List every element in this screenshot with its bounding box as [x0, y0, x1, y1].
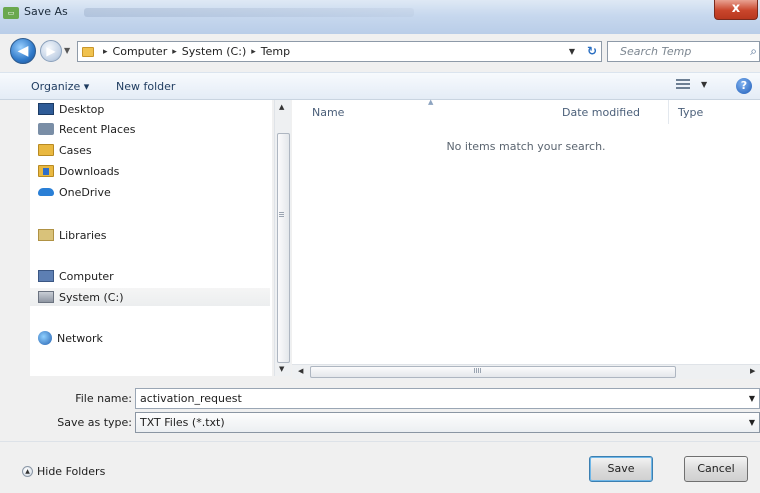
nav-item-label: Cases	[59, 143, 92, 157]
breadcrumb-separator[interactable]: ▸	[172, 47, 177, 57]
scroll-right-icon[interactable]: ▶	[750, 367, 755, 375]
nav-item-label: OneDrive	[59, 185, 111, 199]
scrollbar-thumb[interactable]	[277, 133, 290, 363]
empty-list-message: No items match your search.	[446, 140, 606, 153]
scrollbar-grip	[279, 212, 284, 218]
breadcrumb-temp[interactable]: Temp	[261, 45, 290, 58]
title-bar: ▭ Save As x	[0, 0, 760, 34]
breadcrumb-separator[interactable]: ▸	[103, 47, 108, 57]
search-icon[interactable]: ⌕	[750, 44, 757, 59]
nav-item-desktop[interactable]: Desktop	[38, 100, 104, 118]
command-bar: Organize ▾ New folder ▼ ?	[0, 72, 760, 100]
search-box[interactable]: Search Temp ⌕	[607, 41, 760, 62]
nav-pane-scrollbar[interactable]: ▲ ▼	[274, 100, 291, 376]
desktop-icon	[38, 103, 54, 115]
nav-item-label: Computer	[59, 269, 114, 283]
scroll-left-icon[interactable]: ◀	[298, 367, 303, 375]
nav-item-downloads[interactable]: Downloads	[38, 162, 119, 180]
save-as-type-label: Save as type:	[57, 416, 132, 429]
breadcrumb-system-c[interactable]: System (C:)	[182, 45, 247, 58]
column-header-date-modified[interactable]: Date modified	[562, 106, 640, 119]
scrollbar-grip	[474, 368, 482, 373]
nav-item-libraries[interactable]: Libraries	[38, 226, 107, 244]
forward-arrow-icon: ▶	[46, 44, 56, 58]
nav-item-onedrive[interactable]: OneDrive	[38, 183, 111, 201]
address-dropdown-icon[interactable]: ▼	[569, 47, 575, 56]
file-name-field[interactable]: activation_request ▼	[135, 388, 760, 409]
address-bar[interactable]: ▸ Computer ▸ System (C:) ▸ Temp ▼ ↻	[77, 41, 602, 62]
save-as-dialog: ▭ Save As x ◀ ▶ ▼ ▸ Computer ▸ System (C…	[0, 0, 760, 493]
hide-folders-toggle[interactable]: ▲ Hide Folders	[22, 465, 105, 478]
refresh-icon[interactable]: ↻	[587, 44, 597, 58]
app-icon: ▭	[3, 7, 19, 19]
nav-item-system-c[interactable]: System (C:)	[30, 288, 270, 306]
scrollbar-thumb[interactable]	[310, 366, 676, 378]
drive-icon	[38, 291, 54, 303]
save-as-type-value[interactable]: TXT Files (*.txt)	[140, 416, 225, 429]
save-button[interactable]: Save	[589, 456, 653, 482]
view-dropdown-icon[interactable]: ▼	[701, 80, 707, 89]
nav-item-label: System (C:)	[59, 290, 124, 304]
back-button[interactable]: ◀	[10, 38, 36, 64]
recent-places-icon	[38, 123, 54, 135]
column-header-type[interactable]: Type	[678, 106, 703, 119]
close-button[interactable]: x	[714, 0, 758, 20]
window-title: Save As	[24, 5, 68, 18]
folder-icon	[82, 46, 94, 57]
nav-item-computer[interactable]: Computer	[38, 267, 114, 285]
file-list-pane[interactable]: ▲ Name Date modified Type No items match…	[292, 98, 760, 364]
organize-button[interactable]: Organize ▾	[31, 80, 89, 93]
chevron-down-icon[interactable]: ▼	[749, 389, 755, 408]
cancel-button[interactable]: Cancel	[684, 456, 748, 482]
forward-button[interactable]: ▶	[40, 40, 62, 62]
new-folder-button[interactable]: New folder	[116, 80, 175, 93]
scroll-down-icon[interactable]: ▼	[279, 365, 284, 373]
back-arrow-icon: ◀	[17, 43, 29, 59]
column-header-name[interactable]: Name	[312, 106, 344, 119]
file-list-horizontal-scrollbar[interactable]: ◀ ▶	[292, 364, 760, 379]
nav-item-label: Downloads	[59, 164, 120, 178]
folder-icon	[38, 144, 54, 156]
sort-indicator-icon: ▲	[428, 98, 434, 106]
network-icon	[38, 331, 52, 345]
save-as-type-select[interactable]: TXT Files (*.txt) ▼	[135, 412, 760, 433]
file-name-value[interactable]: activation_request	[140, 392, 242, 405]
hide-folders-label[interactable]: Hide Folders	[37, 465, 105, 478]
breadcrumb-computer[interactable]: Computer	[113, 45, 168, 58]
chevron-down-icon[interactable]: ▼	[749, 413, 755, 432]
collapse-icon[interactable]: ▲	[22, 466, 33, 477]
computer-icon	[38, 270, 54, 282]
navigation-pane: Desktop Recent Places Cases Downloads On…	[30, 100, 272, 376]
nav-item-cases[interactable]: Cases	[38, 141, 92, 159]
scroll-up-icon[interactable]: ▲	[279, 103, 284, 111]
title-blurred-background	[84, 8, 414, 17]
view-options-icon[interactable]	[676, 79, 690, 91]
nav-item-label: Desktop	[59, 102, 105, 116]
nav-item-recent-places[interactable]: Recent Places	[38, 120, 136, 138]
nav-item-label: Recent Places	[59, 122, 136, 136]
breadcrumb-separator[interactable]: ▸	[251, 47, 256, 57]
downloads-icon	[38, 165, 54, 177]
nav-item-label: Libraries	[59, 228, 107, 242]
cloud-icon	[38, 188, 54, 196]
footer-divider	[0, 441, 760, 442]
recent-pages-dropdown[interactable]: ▼	[64, 46, 70, 55]
nav-item-network[interactable]: Network	[38, 329, 103, 347]
libraries-icon	[38, 229, 54, 241]
nav-item-label: Network	[57, 331, 103, 345]
file-name-label: File name:	[75, 392, 132, 405]
column-divider[interactable]	[668, 100, 669, 124]
help-icon[interactable]: ?	[736, 78, 752, 94]
search-placeholder[interactable]: Search Temp	[620, 45, 691, 58]
